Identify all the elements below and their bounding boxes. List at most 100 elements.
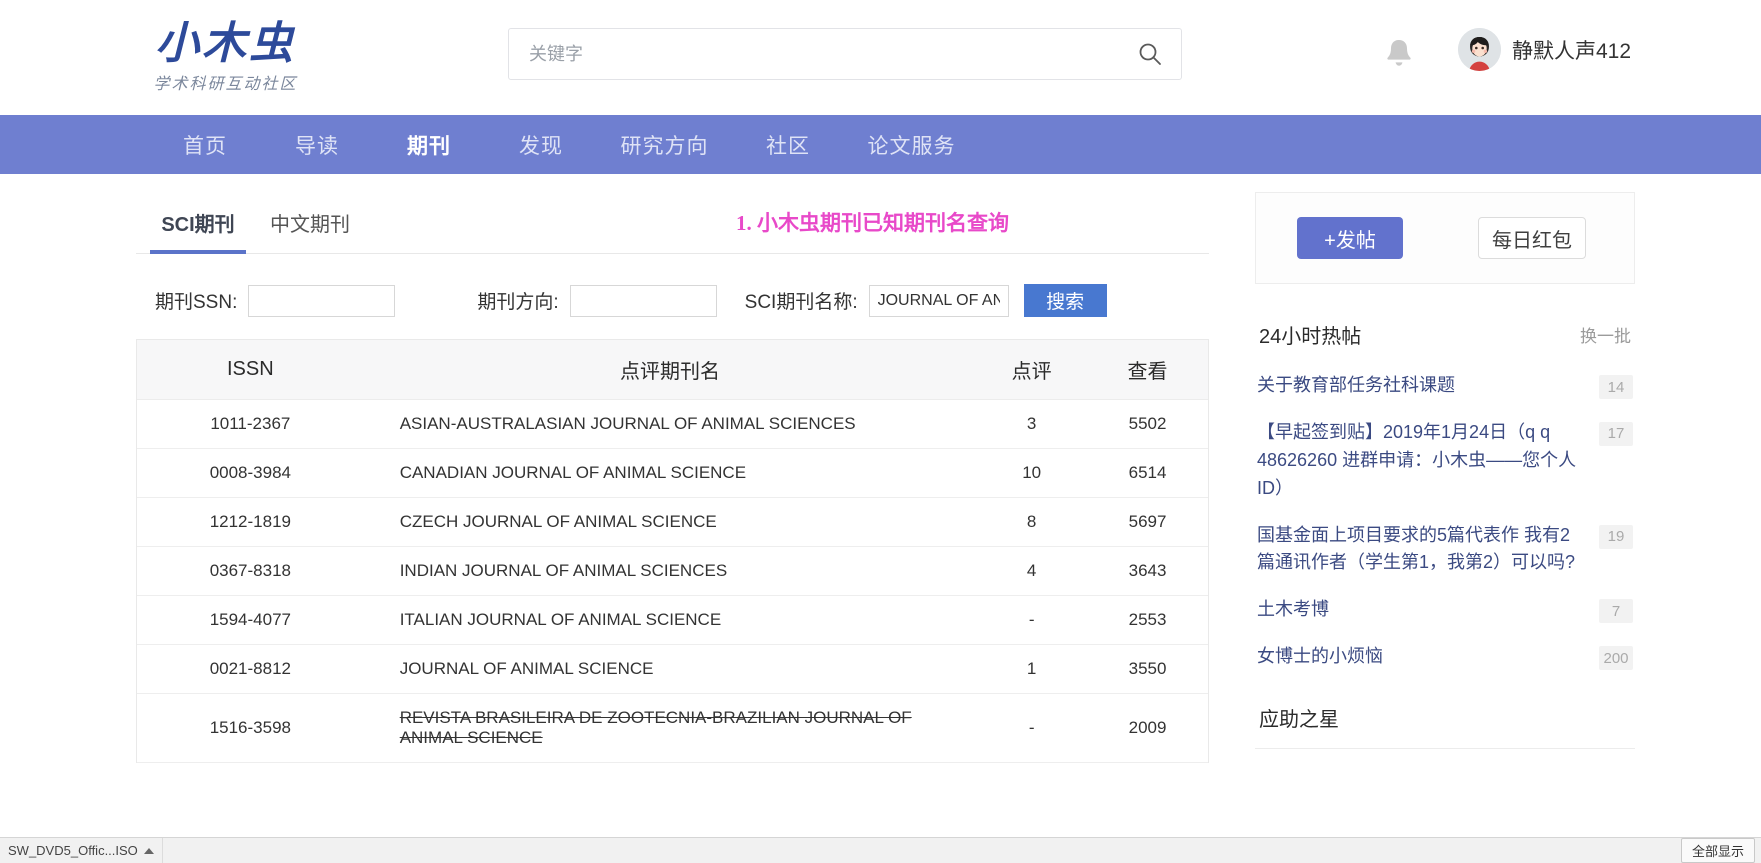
cell-views-text: 3550 (1128, 659, 1167, 678)
nav-item-community[interactable]: 社区 (732, 130, 844, 160)
tab-chinese-journals[interactable]: 中文期刊 (254, 208, 366, 253)
taskbar-item-iso[interactable]: SW_DVD5_Offic...ISO (0, 838, 163, 863)
list-item[interactable]: 关于教育部任务社科课题 14 (1257, 367, 1633, 414)
nav-item-discover[interactable]: 发现 (485, 130, 597, 160)
cell-views: 2009 (1087, 693, 1208, 763)
journal-results-table: ISSN 点评期刊名 点评 查看 1011-2367 ASIAN-AUSTRALA… (137, 340, 1208, 763)
hot-post-title[interactable]: 土木考博 (1257, 596, 1587, 624)
help-star-title: 应助之星 (1255, 685, 1635, 750)
search-button[interactable] (1119, 29, 1181, 79)
search-input[interactable] (509, 29, 1119, 79)
search-submit-button[interactable]: 搜索 (1023, 284, 1107, 317)
table-row[interactable]: 1594-4077 ITALIAN JOURNAL OF ANIMAL SCIEN… (137, 595, 1208, 645)
cell-journal-name-text: CZECH JOURNAL OF ANIMAL SCIENCE (399, 512, 717, 531)
main-column: SCI期刊 中文期刊 1. 小木虫期刊已知期刊名查询 期刊SSN: 期刊方向: … (136, 174, 1209, 763)
cell-issn-text: 1516-3598 (209, 718, 291, 737)
cell-reviews: - (976, 595, 1088, 645)
cell-reviews: 4 (976, 546, 1088, 596)
tab-sci-journals[interactable]: SCI期刊 (142, 208, 254, 254)
nav-item-home[interactable]: 首页 (149, 130, 261, 160)
list-item[interactable]: 国基金面上项目要求的5篇代表作 我有2篇通讯作者（学生第1，我第2）可以吗? 19 (1257, 517, 1633, 592)
direction-input[interactable] (569, 284, 717, 317)
site-header: 小木虫 学术科研互动社区 关键字 静默人声412 (0, 0, 1761, 115)
table-row[interactable]: 0021-8812 JOURNAL OF ANIMAL SCIENCE 1 3550 (137, 644, 1208, 694)
cell-reviews-text: 1 (1026, 659, 1037, 678)
cell-views-text: 2553 (1128, 610, 1167, 629)
cell-views: 6514 (1087, 448, 1208, 498)
nav-item-journals[interactable]: 期刊 (373, 130, 485, 160)
show-all-button[interactable]: 全部显示 (1680, 838, 1755, 863)
cell-issn: 0008-3984 (137, 448, 364, 498)
cell-views: 2553 (1087, 595, 1208, 645)
search-icon (1139, 43, 1161, 65)
global-search-box[interactable] (508, 28, 1182, 80)
hot-post-reply-count: 14 (1599, 375, 1633, 399)
hot-post-reply-count: 7 (1599, 599, 1633, 624)
sidebar: +发帖 每日红包 24小时热帖 换一批 关于教育部任务社科课题 14 【早起签到贴】… (1255, 174, 1635, 763)
cell-journal-name: CZECH JOURNAL OF ANIMAL SCIENCE (363, 497, 977, 547)
ssn-input[interactable] (248, 284, 396, 317)
table-head: ISSN 点评期刊名 点评 查看 (137, 340, 1208, 400)
cell-reviews-text: 3 (1026, 414, 1037, 433)
avatar-icon (1458, 28, 1501, 71)
journal-tabs: SCI期刊 中文期刊 1. 小木虫期刊已知期刊名查询 (136, 174, 1209, 254)
cell-issn: 1212-1819 (137, 497, 364, 547)
cell-journal-name: ASIAN-AUSTRALASIAN JOURNAL OF ANIMAL SCI… (363, 399, 977, 449)
cell-reviews-text: 4 (1026, 561, 1037, 580)
sidebar-actions: +发帖 每日红包 (1255, 192, 1635, 284)
site-logo[interactable]: 小木虫 学术科研互动社区 (133, 20, 318, 94)
table-row[interactable]: 0008-3984 CANADIAN JOURNAL OF ANIMAL SCIE… (137, 448, 1208, 498)
refresh-hot-posts-link[interactable]: 换一批 (1580, 322, 1631, 347)
cell-reviews-text: - (1028, 610, 1035, 629)
cell-issn-text: 0008-3984 (209, 463, 291, 482)
list-item[interactable]: 【早起签到贴】2019年1月24日（q q 48626260 进群申请：小木虫—… (1257, 414, 1633, 517)
cell-views-text: 2009 (1128, 718, 1167, 737)
list-item[interactable]: 女博士的小烦恼 200 (1257, 638, 1633, 685)
cell-journal-name: JOURNAL OF ANIMAL SCIENCE (363, 644, 977, 694)
hot-post-title[interactable]: 国基金面上项目要求的5篇代表作 我有2篇通讯作者（学生第1，我第2）可以吗? (1257, 522, 1587, 578)
cell-reviews-text: 10 (1022, 463, 1042, 482)
table-row[interactable]: 0367-8318 INDIAN JOURNAL OF ANIMAL SCIENC… (137, 546, 1208, 596)
daily-redpacket-button[interactable]: 每日红包 (1478, 217, 1586, 259)
cell-views-text: 3643 (1128, 561, 1167, 580)
table-row[interactable]: 1516-3598 REVISTA BRASILEIRA DE ZOOTECNIA… (137, 693, 1208, 763)
notification-bell-button[interactable] (1382, 37, 1416, 73)
list-item[interactable]: 土木考博 7 (1257, 591, 1633, 638)
nav-item-guide[interactable]: 导读 (261, 130, 373, 160)
cell-reviews: - (976, 693, 1088, 763)
cell-journal-name-text: JOURNAL OF ANIMAL SCIENCE (399, 659, 654, 678)
sci-name-label: SCI期刊名称: (744, 292, 858, 313)
cell-issn-text: 0367-8318 (209, 561, 291, 580)
hot-posts-list: 关于教育部任务社科课题 14 【早起签到贴】2019年1月24日（q q 48626… (1255, 367, 1635, 685)
avatar[interactable] (1458, 28, 1501, 71)
cell-journal-name-text: CANADIAN JOURNAL OF ANIMAL SCIENCE (399, 463, 747, 482)
cell-issn: 1516-3598 (137, 693, 364, 763)
cell-views: 5502 (1087, 399, 1208, 449)
header-journal-name: 点评期刊名 (363, 340, 977, 400)
cell-journal-name-text: INDIAN JOURNAL OF ANIMAL SCIENCES (399, 561, 728, 580)
hot-post-title[interactable]: 女博士的小烦恼 (1257, 643, 1587, 671)
sci-name-input[interactable] (868, 284, 1009, 317)
cell-reviews-text: 8 (1026, 512, 1037, 531)
table-header-row: ISSN 点评期刊名 点评 查看 (137, 340, 1208, 400)
table-row[interactable]: 1011-2367 ASIAN-AUSTRALASIAN JOURNAL OF A… (137, 399, 1208, 449)
cell-issn-text: 0021-8812 (209, 659, 291, 678)
annotation-text: 1. 小木虫期刊已知期刊名查询 (736, 211, 1009, 235)
cell-views: 5697 (1087, 497, 1208, 547)
user-account[interactable]: 静默人声412 (1458, 28, 1631, 71)
hot-post-reply-count: 200 (1599, 646, 1633, 671)
table-row[interactable]: 1212-1819 CZECH JOURNAL OF ANIMAL SCIENCE… (137, 497, 1208, 547)
username-label: 静默人声412 (1512, 39, 1632, 63)
nav-item-paper-service[interactable]: 论文服务 (844, 130, 979, 160)
hot-post-reply-count: 19 (1599, 524, 1633, 549)
taskbar-item-label: SW_DVD5_Offic...ISO (8, 843, 138, 858)
cell-reviews: 8 (976, 497, 1088, 547)
cell-views-text: 5697 (1128, 512, 1167, 531)
bell-icon (1387, 40, 1411, 66)
cell-issn-text: 1212-1819 (209, 512, 291, 531)
nav-item-research-direction[interactable]: 研究方向 (597, 130, 732, 160)
new-post-button[interactable]: +发帖 (1297, 217, 1403, 259)
hot-post-title[interactable]: 【早起签到贴】2019年1月24日（q q 48626260 进群申请：小木虫—… (1257, 419, 1587, 503)
hot-post-title[interactable]: 关于教育部任务社科课题 (1257, 372, 1587, 400)
logo-sub-text: 学术科研互动社区 (153, 76, 298, 94)
